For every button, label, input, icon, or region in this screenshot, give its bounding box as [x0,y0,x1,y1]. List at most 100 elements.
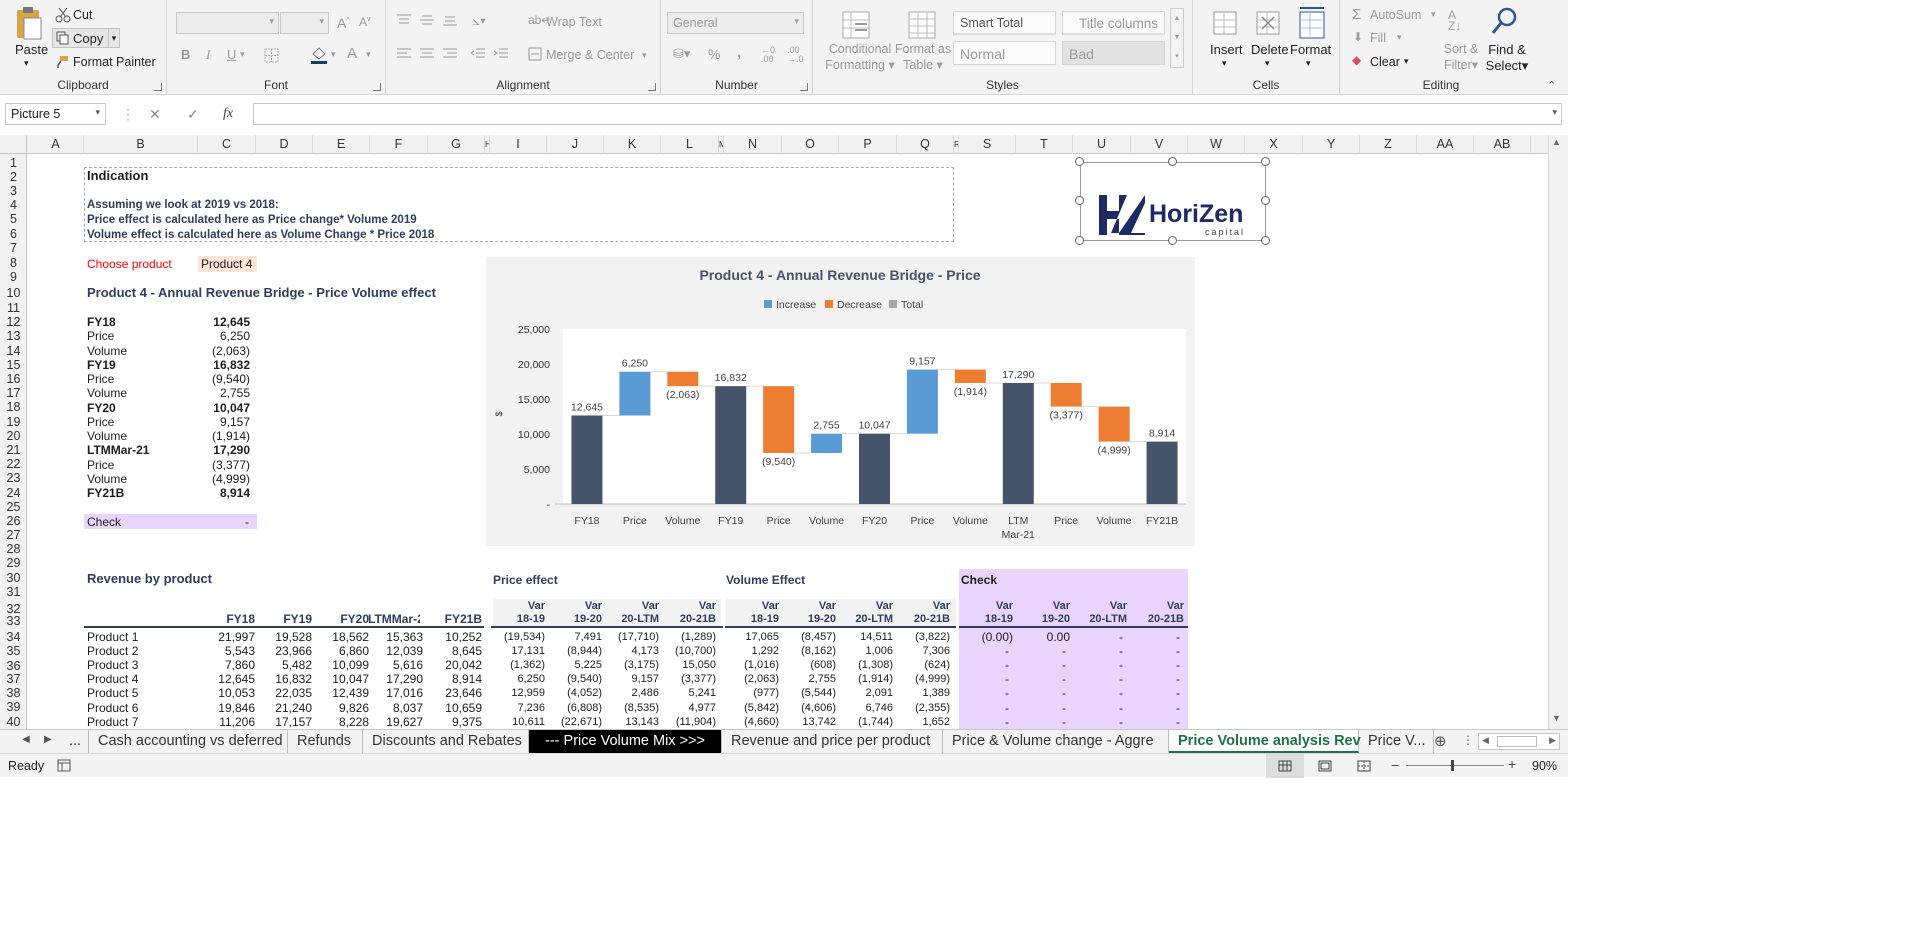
resize-handle[interactable] [1261,157,1270,166]
increase-indent-icon[interactable] [493,48,509,60]
row-header-2[interactable]: 2 [0,170,27,184]
column-header-y[interactable]: Y [1303,135,1360,154]
scroll-up-icon[interactable]: ▲ [1552,137,1561,147]
row-header-30[interactable]: 30 [0,571,27,585]
alignment-launcher-icon[interactable] [648,83,656,91]
insert-function-button[interactable]: fx [223,106,233,122]
font-size-dropdown[interactable]: ▾ [280,12,329,34]
column-header-v[interactable]: V [1131,135,1188,154]
row-header-16[interactable]: 16 [0,372,27,386]
resize-handle[interactable] [1261,236,1270,245]
paste-dropdown-icon[interactable]: ▾ [24,58,29,69]
orientation-icon[interactable]: ⦣▾ [472,12,486,29]
row-header-19[interactable]: 19 [0,415,27,429]
align-middle-icon[interactable] [419,14,435,26]
row-header-24[interactable]: 24 [0,486,27,500]
row-header-20[interactable]: 20 [0,429,27,443]
format-button[interactable]: Format [1290,42,1331,57]
row-header-8[interactable]: 8 [0,256,27,270]
decrease-decimal-icon[interactable]: .00 →.0 [787,46,804,64]
column-header-b[interactable]: B [84,135,198,154]
formula-input[interactable]: ▾ [253,103,1562,125]
conditional-formatting-button[interactable]: Conditional Formatting ▾ [824,42,896,72]
wrap-text-button[interactable]: Wrap Text [546,15,602,29]
sheet-tab[interactable]: Refunds [288,730,363,753]
column-header-k[interactable]: K [604,135,661,154]
delete-dropdown-icon[interactable]: ▾ [1265,58,1270,69]
paste-icon[interactable] [14,6,44,42]
style-bad[interactable]: Bad [1062,41,1165,65]
find-select-button[interactable]: Find & Select▾ [1484,42,1530,74]
style-title-columns[interactable]: Title columns [1062,11,1165,35]
zoom-in-icon[interactable]: + [1508,756,1516,772]
row-header-1[interactable]: 1 [0,156,27,170]
font-color-dropdown-icon[interactable]: ▾ [366,49,371,60]
style-normal[interactable]: Normal [953,41,1056,65]
worksheet-grid[interactable]: Indication Assuming we look at 2019 vs 2… [28,154,1548,729]
row-header-28[interactable]: 28 [0,542,27,556]
row-header-15[interactable]: 15 [0,358,27,372]
column-header-c[interactable]: C [198,135,256,154]
column-header-d[interactable]: D [256,135,313,154]
row-header-12[interactable]: 12 [0,315,27,329]
font-color-icon[interactable]: A [347,45,357,62]
align-left-icon[interactable] [396,48,412,60]
row-header-23[interactable]: 23 [0,471,27,485]
row-header-17[interactable]: 17 [0,386,27,400]
zoom-out-icon[interactable]: − [1391,757,1399,773]
row-header-31[interactable]: 31 [0,585,27,599]
copy-dropdown-icon[interactable]: ▾ [108,28,120,48]
resize-handle[interactable] [1075,196,1084,205]
name-box[interactable]: Picture 5 ▾ [5,103,106,125]
company-logo[interactable]: HoriZen capital [1080,162,1266,241]
clipboard-launcher-icon[interactable] [154,83,162,91]
zoom-slider-thumb[interactable] [1451,760,1454,771]
underline-button[interactable]: U [227,47,236,62]
font-launcher-icon[interactable] [373,83,381,91]
clear-dropdown-icon[interactable]: ▾ [1404,56,1409,67]
align-center-icon[interactable] [419,48,435,60]
row-header-7[interactable]: 7 [0,241,27,255]
decrease-indent-icon[interactable] [470,48,486,60]
sheet-tab[interactable]: ... [60,730,89,753]
merge-dropdown-icon[interactable]: ▾ [642,50,647,61]
zoom-level[interactable]: 90% [1532,759,1557,773]
increase-decimal-icon[interactable]: ←0.00 [761,46,775,64]
row-header-38[interactable]: 38 [0,686,27,700]
sheet-tab[interactable]: Revenue and price per product [722,730,943,753]
column-header-x[interactable]: X [1245,135,1303,154]
row-header-6[interactable]: 6 [0,227,27,241]
bold-button[interactable]: B [181,47,190,62]
merge-center-button[interactable]: Merge & Center [546,48,634,62]
resize-handle[interactable] [1075,157,1084,166]
row-header-34[interactable]: 34 [0,630,27,644]
column-header-j[interactable]: J [547,135,604,154]
column-header-o[interactable]: O [782,135,839,154]
row-header-14[interactable]: 14 [0,344,27,358]
page-break-view-icon[interactable] [1357,760,1371,772]
borders-icon[interactable] [264,48,279,63]
row-header-29[interactable]: 29 [0,556,27,570]
column-header-u[interactable]: U [1073,135,1131,154]
column-header-t[interactable]: T [1016,135,1073,154]
decrease-font-icon[interactable]: Av [359,15,371,29]
zoom-slider-track[interactable] [1406,765,1504,766]
italic-button[interactable]: I [206,47,210,63]
number-format-dropdown[interactable]: General ▾ [667,12,804,34]
column-header-l[interactable]: L [661,135,719,154]
percent-button[interactable]: % [708,46,720,62]
row-header-36[interactable]: 36 [0,659,27,673]
row-header-3[interactable]: 3 [0,184,27,198]
delete-button[interactable]: Delete [1251,42,1289,57]
row-header-26[interactable]: 26 [0,514,27,528]
format-dropdown-icon[interactable]: ▾ [1306,58,1311,69]
insert-dropdown-icon[interactable]: ▾ [1222,58,1227,69]
new-sheet-icon[interactable]: ⊕ [1434,732,1447,750]
resize-handle[interactable] [1168,157,1177,166]
sheet-tab[interactable]: Discounts and Rebates [363,730,529,753]
row-header-18[interactable]: 18 [0,400,27,414]
column-header-s[interactable]: S [959,135,1016,154]
macro-record-icon[interactable] [57,759,71,772]
resize-handle[interactable] [1168,236,1177,245]
vertical-scrollbar[interactable]: ▲ ▼ [1548,135,1568,729]
